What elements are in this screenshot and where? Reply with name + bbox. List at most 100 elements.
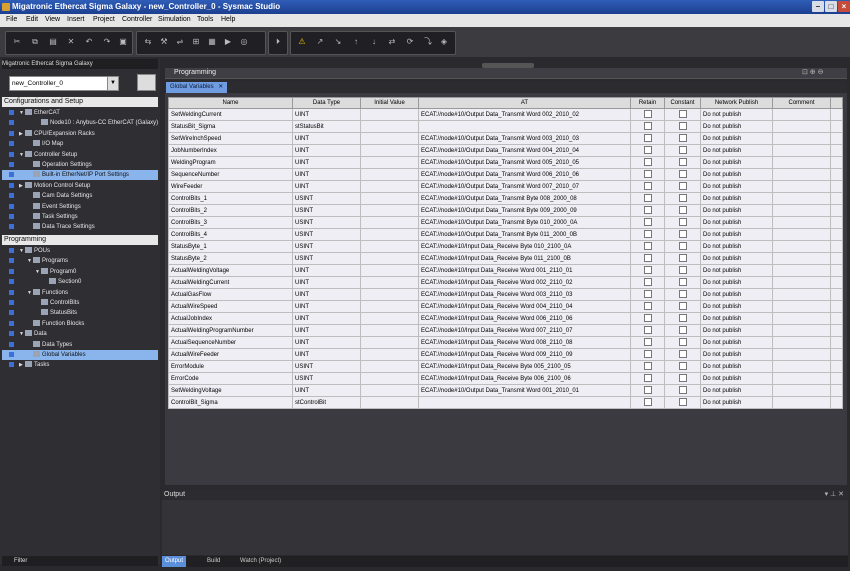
tree-item[interactable]: ControlBits (2, 298, 158, 308)
table-row[interactable]: JobNumberIndex UINT ECAT://node#10/Output … (168, 144, 843, 157)
delete-icon[interactable]: ✕ (66, 37, 76, 47)
cell-constant[interactable] (664, 300, 701, 313)
cell-name[interactable]: ControlBits_4 (168, 228, 293, 241)
cell-retain[interactable] (630, 132, 665, 145)
cell-data-type[interactable]: UINT (292, 132, 361, 145)
cell-network-publish[interactable]: Do not publish (700, 312, 773, 325)
cell-constant[interactable] (664, 372, 701, 385)
menu-simulation[interactable]: Simulation (158, 16, 191, 23)
cell-initial-value[interactable] (360, 336, 419, 349)
checkbox[interactable] (678, 217, 687, 226)
checkbox[interactable] (678, 397, 687, 406)
checkbox[interactable] (643, 397, 652, 406)
cell-comment[interactable] (772, 384, 831, 397)
cell-network-publish[interactable]: Do not publish (700, 348, 773, 361)
warning-icon[interactable]: ⚠ (297, 37, 307, 47)
cell-data-type[interactable]: USINT (292, 252, 361, 265)
cell-extra[interactable] (830, 144, 843, 157)
cell-extra[interactable] (830, 252, 843, 265)
checkbox[interactable] (678, 109, 687, 118)
table-row[interactable]: ActualSequenceNumber UINT ECAT://node#10/I… (168, 336, 843, 349)
tree-item[interactable]: ▼ Data (2, 329, 158, 339)
cell-constant[interactable] (664, 132, 701, 145)
cell-at[interactable]: ECAT://node#10/Output Data_Transmit Byte… (418, 192, 631, 205)
cell-constant[interactable] (664, 252, 701, 265)
cell-constant[interactable] (664, 120, 701, 133)
cell-retain[interactable] (630, 156, 665, 169)
cell-data-type[interactable]: USINT (292, 360, 361, 373)
cell-data-type[interactable]: UINT (292, 300, 361, 313)
cell-initial-value[interactable] (360, 300, 419, 313)
cell-comment[interactable] (772, 144, 831, 157)
tree-item[interactable]: Data Types (2, 340, 158, 350)
cell-at[interactable]: ECAT://node#10/Output Data_Transmit Word… (418, 156, 631, 169)
cell-data-type[interactable]: UINT (292, 276, 361, 289)
cell-network-publish[interactable]: Do not publish (700, 120, 773, 133)
cell-network-publish[interactable]: Do not publish (700, 264, 773, 277)
cell-name[interactable]: ActualWeldingVoltage (168, 264, 293, 277)
cell-constant[interactable] (664, 288, 701, 301)
checkbox[interactable] (643, 385, 652, 394)
column-header-comment[interactable]: Comment (772, 97, 831, 109)
menu-view[interactable]: View (45, 16, 60, 23)
checkbox[interactable] (643, 265, 652, 274)
checkbox[interactable] (643, 193, 652, 202)
release-icon[interactable]: ⇄ (387, 37, 397, 47)
cell-name[interactable]: WeldingProgram (168, 156, 293, 169)
cell-extra[interactable] (830, 288, 843, 301)
cell-initial-value[interactable] (360, 396, 419, 409)
cell-extra[interactable] (830, 192, 843, 205)
cell-extra[interactable] (830, 372, 843, 385)
checkbox[interactable] (643, 373, 652, 382)
cell-extra[interactable] (830, 264, 843, 277)
cell-name[interactable]: StatusByte_2 (168, 252, 293, 265)
cell-comment[interactable] (772, 120, 831, 133)
reset-icon[interactable]: ↘ (333, 37, 343, 47)
tree-item[interactable]: StatusBits (2, 308, 158, 318)
cell-name[interactable]: ActualWeldingProgramNumber (168, 324, 293, 337)
cell-network-publish[interactable]: Do not publish (700, 228, 773, 241)
menu-edit[interactable]: Edit (26, 16, 38, 23)
checkbox[interactable] (643, 337, 652, 346)
cell-at[interactable]: ECAT://node#10/Output Data_Transmit Byte… (418, 228, 631, 241)
table-row[interactable]: ActualGasFlow UINT ECAT://node#10/Input Da… (168, 288, 843, 301)
zoom-icon[interactable]: ⊡ ⊕ ⊖ (802, 68, 824, 78)
close-tab-icon[interactable]: ✕ (218, 84, 223, 90)
cell-comment[interactable] (772, 204, 831, 217)
cell-initial-value[interactable] (360, 192, 419, 205)
cell-name[interactable]: ControlBits_3 (168, 216, 293, 229)
table-row[interactable]: ActualWireSpeed UINT ECAT://node#10/Input … (168, 300, 843, 313)
checkbox[interactable] (643, 289, 652, 298)
checkbox[interactable] (678, 361, 687, 370)
cell-network-publish[interactable]: Do not publish (700, 396, 773, 409)
table-row[interactable]: ActualWeldingProgramNumber UINT ECAT://nod… (168, 324, 843, 337)
menu-project[interactable]: Project (93, 16, 115, 23)
cell-comment[interactable] (772, 288, 831, 301)
table-row[interactable]: ActualWeldingVoltage UINT ECAT://node#10/I… (168, 264, 843, 277)
checkbox[interactable] (678, 301, 687, 310)
minimize-button[interactable]: – (812, 1, 824, 12)
output-panel-body[interactable] (162, 500, 848, 555)
cell-initial-value[interactable] (360, 132, 419, 145)
cell-constant[interactable] (664, 348, 701, 361)
cell-extra[interactable] (830, 168, 843, 181)
table-row[interactable]: SetWeldingCurrent UINT ECAT://node#10/Outp… (168, 108, 843, 121)
checkbox[interactable] (678, 157, 687, 166)
checkbox[interactable] (643, 181, 652, 190)
tree-item[interactable]: ▶ Motion Control Setup (2, 181, 158, 191)
cell-network-publish[interactable]: Do not publish (700, 324, 773, 337)
cell-constant[interactable] (664, 264, 701, 277)
cell-comment[interactable] (772, 324, 831, 337)
cell-comment[interactable] (772, 216, 831, 229)
cell-at[interactable]: ECAT://node#10/Output Data_Transmit Word… (418, 384, 631, 397)
cell-initial-value[interactable] (360, 324, 419, 337)
cell-name[interactable]: ActualSequenceNumber (168, 336, 293, 349)
breakpoint-icon[interactable]: ◈ (439, 37, 449, 47)
cell-extra[interactable] (830, 156, 843, 169)
checkbox[interactable] (643, 349, 652, 358)
cell-network-publish[interactable]: Do not publish (700, 156, 773, 169)
cell-extra[interactable] (830, 324, 843, 337)
cell-initial-value[interactable] (360, 264, 419, 277)
cell-data-type[interactable]: USINT (292, 216, 361, 229)
table-row[interactable]: ActualWireFeeder UINT ECAT://node#10/Input… (168, 348, 843, 361)
